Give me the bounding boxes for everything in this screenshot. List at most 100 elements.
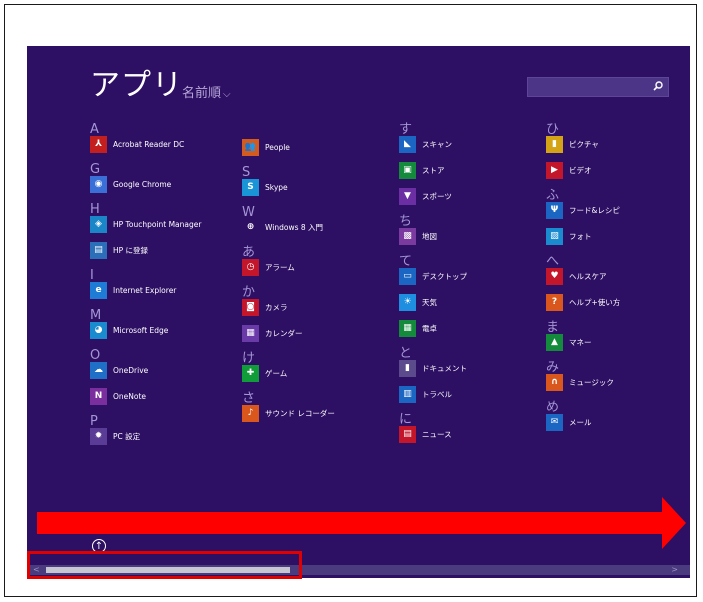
app-item[interactable]: ◙ カメラ [242,298,288,316]
annotation-arrow-head [662,497,686,549]
app-item[interactable]: ? ヘルプ+使い方 [546,293,620,311]
camera-icon: ◙ [242,298,259,316]
app-label: カメラ [265,302,288,312]
app-item[interactable]: ✚ ゲーム [242,364,287,382]
onenote-icon: N [90,387,107,405]
app-label: ゲーム [265,368,288,378]
app-label: Internet Explorer [113,285,177,295]
acrobat-icon: ⅄ [90,135,107,153]
app-item[interactable]: ◉ Google Chrome [90,175,171,193]
app-label: 天気 [422,297,437,307]
search-icon[interactable] [652,80,664,92]
app-item[interactable]: ☁ OneDrive [90,361,148,379]
app-item[interactable]: ◈ HP Touchpoint Manager [90,215,201,233]
app-item[interactable]: ⅄ Acrobat Reader DC [90,135,184,153]
music-icon: ∩ [546,373,563,391]
ie-icon: e [90,281,107,299]
game-icon: ✚ [242,364,259,382]
app-item[interactable]: ☀ 天気 [399,293,437,311]
onedrive-icon: ☁ [90,361,107,379]
weather-icon: ☀ [399,293,416,311]
app-item[interactable]: ♪ サウンド レコーダー [242,404,335,422]
app-item[interactable]: ▮ ピクチャ [546,135,599,153]
search-box[interactable] [527,77,669,97]
hp-register-icon: ▤ [90,241,107,259]
app-item[interactable]: ▨ フォト [546,227,592,245]
app-label: HP Touchpoint Manager [113,219,202,229]
app-label: マネー [569,337,592,347]
food-icon: Ψ [546,201,563,219]
skype-icon: S [242,178,259,196]
app-item[interactable]: ▮ ドキュメント [399,359,467,377]
app-label: フード&レシピ [569,205,620,215]
app-item[interactable]: ▼ スポーツ [399,187,452,205]
app-label: ピクチャ [569,139,599,149]
people-icon: 👥 [242,138,259,156]
chrome-icon: ◉ [90,175,107,193]
app-label: PC 設定 [113,431,141,441]
app-item[interactable]: S Skype [242,178,288,196]
app-item[interactable]: ▤ ニュース [399,425,452,443]
app-item[interactable]: e Internet Explorer [90,281,176,299]
app-item[interactable]: ◣ スキャン [399,135,452,153]
app-item[interactable]: ▦ 電卓 [399,319,437,337]
calculator-icon: ▦ [399,319,416,337]
app-item[interactable]: ▭ デスクトップ [399,267,467,285]
app-label: スキャン [422,139,452,149]
annotation-arrow-shaft [37,512,664,534]
app-item[interactable]: ▤ HP に登録 [90,241,148,259]
app-item[interactable]: ⊕ Windows 8 入門 [242,218,323,236]
app-item[interactable]: ▶ ビデオ [546,161,592,179]
sports-icon: ▼ [399,187,416,205]
calendar-icon: ▦ [242,324,259,342]
app-label: メール [569,417,592,427]
app-label: ニュース [422,429,452,439]
pictures-icon: ▮ [546,135,563,153]
app-label: People [265,142,290,152]
app-label: Skype [265,182,288,192]
app-label: 地図 [422,231,437,241]
app-label: フォト [569,231,592,241]
apps-view: アプリ 名前順 ⌵ A ⅄ Acrobat Reader DC G ◉ Google Chr… [27,46,690,578]
app-label: Acrobat Reader DC [113,139,185,149]
app-item[interactable]: ∩ ミュージック [546,373,614,391]
sort-dropdown[interactable]: 名前順 ⌵ [182,82,231,101]
app-label: ヘルスケア [569,271,607,281]
app-item[interactable]: N OneNote [90,387,146,405]
scan-icon: ◣ [399,135,416,153]
app-item[interactable]: ▣ ストア [399,161,445,179]
app-item[interactable]: ♥ ヘルスケア [546,267,607,285]
app-item[interactable]: ▦ カレンダー [242,324,303,342]
alarm-icon: ◷ [242,258,259,276]
app-item[interactable]: 👥 People [242,138,290,156]
app-label: Google Chrome [113,179,172,189]
app-item[interactable]: ▩ 地図 [399,227,437,245]
health-icon: ♥ [546,267,563,285]
sound-recorder-icon: ♪ [242,404,259,422]
sort-label: 名前順 [182,86,222,101]
app-label: カレンダー [265,328,303,338]
map-icon: ▩ [399,227,416,245]
scroll-right-arrow-icon[interactable]: > [671,565,678,575]
app-label: HP に登録 [113,245,149,255]
app-label: ヘルプ+使い方 [569,297,621,307]
page-title: アプリ [90,68,183,103]
app-label: 電卓 [422,323,437,333]
app-label: デスクトップ [422,271,467,281]
app-label: ビデオ [569,165,592,175]
app-item[interactable]: ◕ Microsoft Edge [90,321,168,339]
windows-help-icon: ⊕ [242,218,259,236]
app-item[interactable]: ✹ PC 設定 [90,427,140,445]
app-item[interactable]: Ψ フード&レシピ [546,201,620,219]
news-icon: ▤ [399,425,416,443]
app-label: サウンド レコーダー [265,408,335,418]
app-item[interactable]: ▥ トラベル [399,385,452,403]
app-label: ミュージック [569,377,614,387]
store-icon: ▣ [399,161,416,179]
app-item[interactable]: ▲ マネー [546,333,592,351]
app-item[interactable]: ◷ アラーム [242,258,295,276]
app-label: アラーム [265,262,295,272]
app-label: OneNote [113,391,147,401]
app-item[interactable]: ✉ メール [546,413,592,431]
photos-icon: ▨ [546,227,563,245]
